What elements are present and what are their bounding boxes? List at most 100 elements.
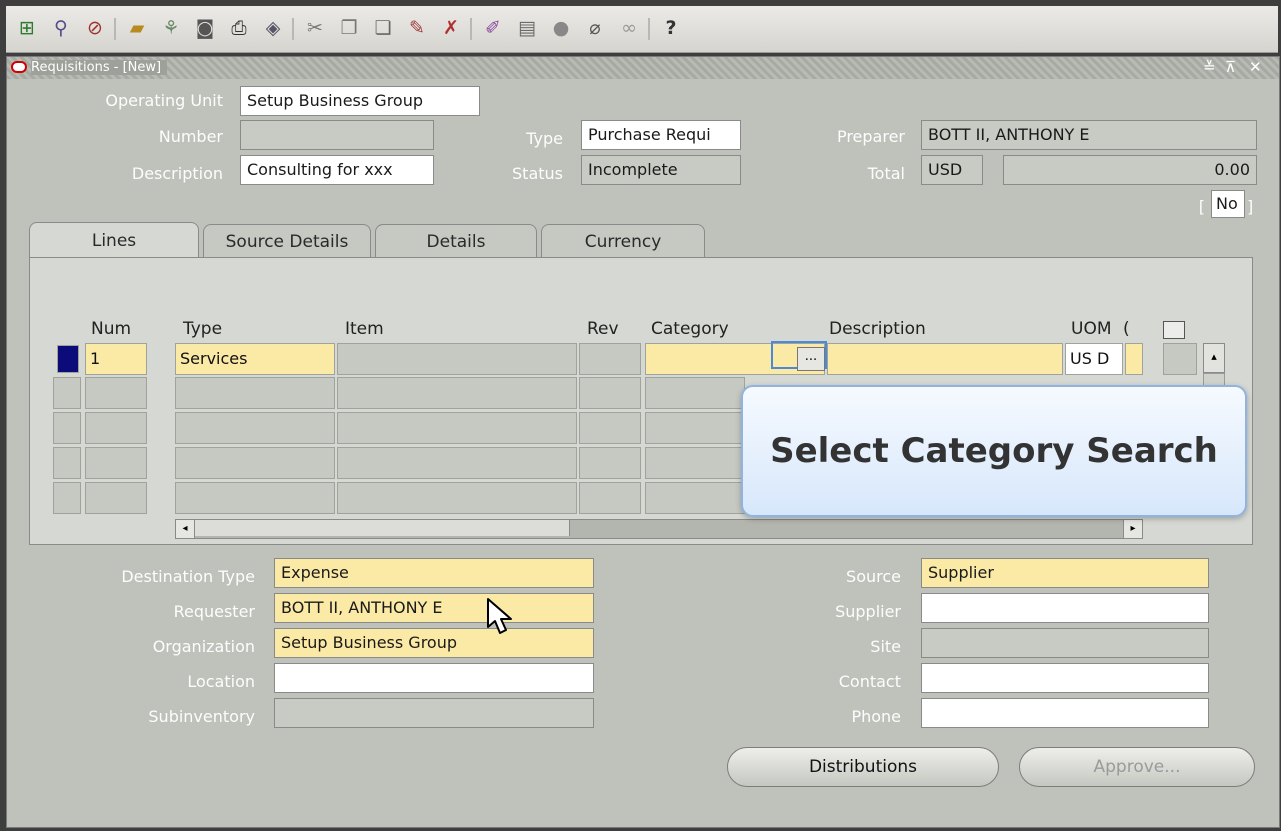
save-icon[interactable]: ◈ xyxy=(260,15,286,41)
line-type-cell[interactable]: Services xyxy=(175,343,335,375)
line-checkbox-cell[interactable] xyxy=(1163,343,1197,375)
line-category-cell[interactable] xyxy=(645,412,745,444)
line-type-cell[interactable] xyxy=(175,482,335,514)
edit-icon[interactable]: ✎ xyxy=(404,15,430,41)
approve-button-label: Approve... xyxy=(1093,757,1181,777)
line-rev-cell[interactable] xyxy=(579,343,641,375)
organization-field[interactable]: Setup Business Group xyxy=(274,628,594,658)
close-icon[interactable]: ✕ xyxy=(1249,58,1262,76)
line-description-cell[interactable] xyxy=(827,343,1063,375)
line-rev-cell[interactable] xyxy=(579,412,641,444)
location-field[interactable] xyxy=(274,663,594,693)
line-item-cell[interactable] xyxy=(337,482,577,514)
line-category-cell[interactable] xyxy=(645,482,745,514)
line-type-cell[interactable] xyxy=(175,377,335,409)
zoom-icon[interactable]: ⚘ xyxy=(158,15,184,41)
line-num-cell[interactable] xyxy=(85,482,147,514)
column-header-num: Num xyxy=(91,319,132,339)
source-label: Source xyxy=(846,567,901,586)
distributions-button[interactable]: Distributions xyxy=(727,747,999,787)
contact-field[interactable] xyxy=(921,663,1209,693)
site-label: Site xyxy=(870,637,901,656)
line-num-cell[interactable] xyxy=(85,447,147,479)
folder-icon[interactable]: ▤ xyxy=(514,15,540,41)
column-header-truncated: ( xyxy=(1123,319,1130,339)
tab-currency[interactable]: Currency xyxy=(541,224,705,259)
find-icon[interactable]: ⚲ xyxy=(48,15,74,41)
line-item-cell[interactable] xyxy=(337,412,577,444)
tab-lines[interactable]: Lines xyxy=(29,222,199,259)
total-label: Total xyxy=(867,164,905,183)
type-field[interactable]: Purchase Requi xyxy=(581,120,741,150)
line-type-cell[interactable] xyxy=(175,447,335,479)
scroll-right-button[interactable]: ▸ xyxy=(1123,519,1143,539)
line-num-cell[interactable]: 1 xyxy=(85,343,147,375)
toolbar: ⊞ ⚲ ⊘ ▰ ⚘ ◙ ⎙ ◈ ✂ ❐ ❏ ✎ ✗ ✐ ▤ ● ⌀ ∞ ? xyxy=(6,6,1278,53)
line-item-cell[interactable] xyxy=(337,447,577,479)
translate-icon[interactable]: ◙ xyxy=(192,15,218,41)
number-label: Number xyxy=(158,127,223,146)
attach-icon[interactable]: ✐ xyxy=(480,15,506,41)
supplier-field[interactable] xyxy=(921,593,1209,623)
status-field: Incomplete xyxy=(581,155,741,185)
cut-icon[interactable]: ✂ xyxy=(302,15,328,41)
no-flag-field[interactable]: No xyxy=(1211,190,1245,218)
row-selector[interactable] xyxy=(53,377,81,409)
window-titlebar[interactable]: Requisitions - [New] ≚ ⊼ ✕ xyxy=(7,57,1279,79)
requester-field[interactable]: BOTT II, ANTHONY E xyxy=(274,593,594,623)
paste-icon[interactable]: ❏ xyxy=(370,15,396,41)
column-selector-checkbox[interactable] xyxy=(1163,321,1185,339)
description-label: Description xyxy=(131,164,223,183)
help-glasses-icon[interactable]: ∞ xyxy=(616,15,642,41)
subinventory-field[interactable] xyxy=(274,698,594,728)
tab-details[interactable]: Details xyxy=(375,224,537,259)
copy-icon[interactable]: ❐ xyxy=(336,15,362,41)
clear-icon[interactable]: ✗ xyxy=(438,15,464,41)
line-rev-cell[interactable] xyxy=(579,447,641,479)
minimize-icon[interactable]: ≚ xyxy=(1203,58,1216,76)
operating-unit-field[interactable]: Setup Business Group xyxy=(240,86,480,116)
new-icon[interactable]: ⊞ xyxy=(14,15,40,41)
row-selector[interactable] xyxy=(53,447,81,479)
line-type-cell[interactable] xyxy=(175,412,335,444)
site-field[interactable] xyxy=(921,628,1209,658)
row-selector[interactable] xyxy=(53,482,81,514)
destination-type-field[interactable]: Expense xyxy=(274,558,594,588)
scroll-up-button[interactable]: ▴ xyxy=(1203,343,1225,373)
line-extra-cell[interactable] xyxy=(1125,343,1143,375)
globe-icon[interactable]: ● xyxy=(548,15,574,41)
flag-bracket-close: ] xyxy=(1247,197,1254,216)
scroll-left-button[interactable]: ◂ xyxy=(175,519,195,539)
category-lov-button[interactable]: ... xyxy=(797,347,825,371)
toolbar-separator xyxy=(470,18,472,40)
column-header-rev: Rev xyxy=(587,319,619,339)
window-title: Requisitions - [New] xyxy=(31,60,168,75)
organization-label: Organization xyxy=(152,637,255,656)
line-item-cell[interactable] xyxy=(337,377,577,409)
number-field[interactable] xyxy=(240,120,434,150)
line-num-cell[interactable] xyxy=(85,377,147,409)
instruction-callout: Select Category Search xyxy=(741,385,1247,517)
horizontal-scrollbar-thumb[interactable] xyxy=(193,520,570,536)
paperclip-icon[interactable]: ⌀ xyxy=(582,15,608,41)
row-selector-active[interactable] xyxy=(57,345,79,373)
line-rev-cell[interactable] xyxy=(579,377,641,409)
line-item-cell[interactable] xyxy=(337,343,577,375)
navigator-icon[interactable]: ⊘ xyxy=(82,15,108,41)
open-folder-icon[interactable]: ▰ xyxy=(124,15,150,41)
line-uom-cell[interactable]: US D xyxy=(1065,343,1123,375)
line-num-cell[interactable] xyxy=(85,412,147,444)
approve-button[interactable]: Approve... xyxy=(1019,747,1255,787)
preparer-field: BOTT II, ANTHONY E xyxy=(921,120,1257,150)
line-category-cell[interactable] xyxy=(645,447,745,479)
phone-field[interactable] xyxy=(921,698,1209,728)
row-selector[interactable] xyxy=(53,412,81,444)
print-icon[interactable]: ⎙ xyxy=(226,15,252,41)
line-rev-cell[interactable] xyxy=(579,482,641,514)
maximize-icon[interactable]: ⊼ xyxy=(1225,58,1236,76)
tab-source-details[interactable]: Source Details xyxy=(203,224,371,259)
help-icon[interactable]: ? xyxy=(658,15,684,41)
description-field[interactable]: Consulting for xxx xyxy=(240,155,434,185)
source-field[interactable]: Supplier xyxy=(921,558,1209,588)
line-category-cell[interactable] xyxy=(645,377,745,409)
